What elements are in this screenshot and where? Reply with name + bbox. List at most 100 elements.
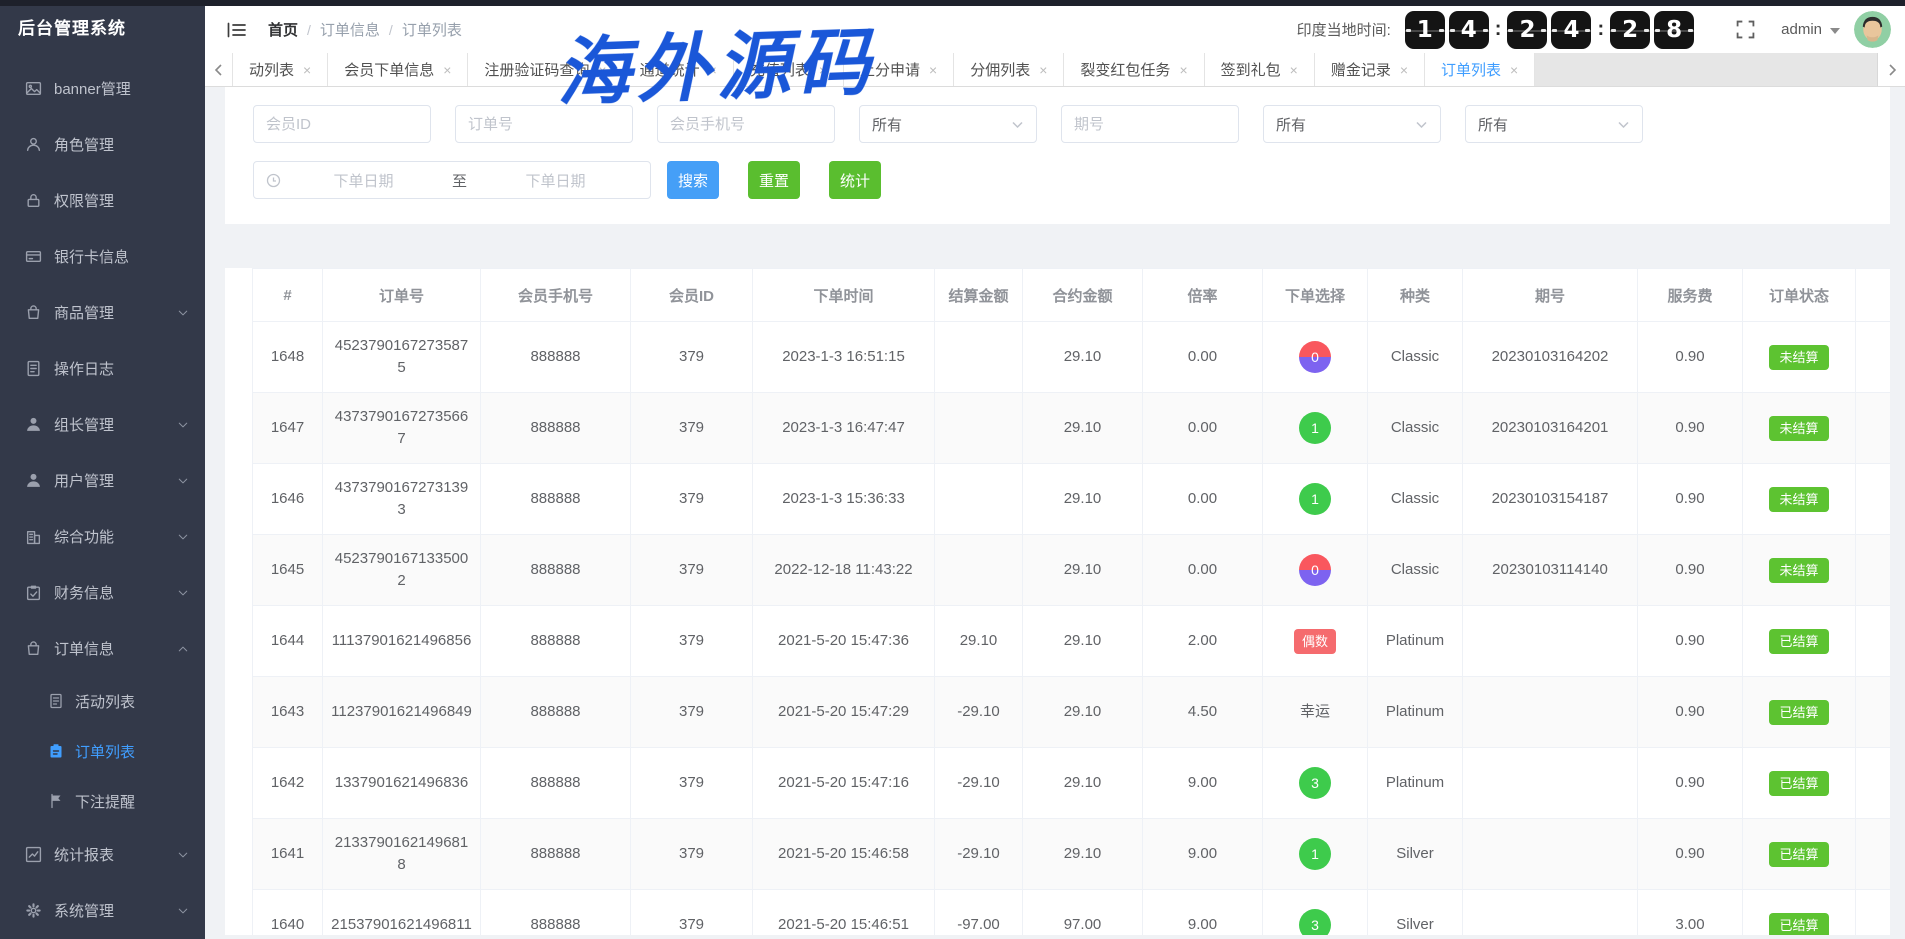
cell-order-choice: 0 (1263, 535, 1368, 606)
tabs-scroll-right-icon[interactable] (1877, 53, 1905, 86)
orders-table: #订单号会员手机号会员ID下单时间结算金额合约金额倍率下单选择种类期号服务费订单… (252, 268, 1890, 935)
sidebar-item-statistics-report[interactable]: 统计报表 (0, 826, 205, 882)
sidebar-item-general-functions[interactable]: 综合功能 (0, 508, 205, 564)
tab-close-icon[interactable]: × (598, 62, 606, 78)
tab-close-icon[interactable]: × (1039, 62, 1047, 78)
cell-order-choice: 幸运 (1263, 677, 1368, 748)
search-button[interactable]: 搜索 (667, 161, 719, 199)
tab-recharge-list[interactable]: 充值列表× (734, 53, 844, 86)
clock-digit-tile: 2 (1610, 11, 1650, 49)
member-phone-input[interactable] (657, 105, 835, 143)
sidebar-item-product-management[interactable]: 商品管理 (0, 284, 205, 340)
cell-empty (1856, 393, 1891, 464)
column-header: 倍率 (1143, 269, 1263, 322)
order-no-input[interactable] (455, 105, 633, 143)
tab-close-icon[interactable]: × (443, 62, 451, 78)
filter-select-3[interactable]: 所有 (1465, 105, 1643, 143)
breadcrumb-item[interactable]: 订单列表 (402, 22, 462, 39)
tab-label: 裂变红包任务 (1080, 59, 1170, 80)
date-separator: 至 (446, 170, 473, 191)
cell-order-status: 未结算 (1743, 535, 1856, 606)
cell-service-fee: 3.00 (1638, 890, 1743, 936)
person-icon (25, 472, 42, 489)
filter-select-1[interactable]: 所有 (859, 105, 1037, 143)
tab-signin-gift[interactable]: 签到礼包× (1205, 53, 1315, 86)
chart-icon (25, 846, 42, 863)
tab-close-icon[interactable]: × (1400, 62, 1408, 78)
sidebar-item-finance-info[interactable]: 财务信息 (0, 564, 205, 620)
sidebar-item-permission-management[interactable]: 权限管理 (0, 172, 205, 228)
user-dropdown-caret-icon[interactable] (1830, 28, 1840, 34)
cell-period: 20230103154187 (1463, 464, 1638, 535)
sidebar-item-system-management[interactable]: 系统管理 (0, 882, 205, 938)
cell-order-no: 45237901671335002 (323, 535, 481, 606)
sidebar-item-user-management[interactable]: 用户管理 (0, 452, 205, 508)
tab-score-request[interactable]: 上分申请× (844, 53, 954, 86)
tab-close-icon[interactable]: × (709, 62, 717, 78)
cell-contract-amount: 29.10 (1023, 322, 1143, 393)
tab-order-list[interactable]: 订单列表× (1425, 53, 1535, 86)
tab-close-icon[interactable]: × (1510, 62, 1518, 78)
cell-order-time: 2023-1-3 16:51:15 (753, 322, 935, 393)
sidebar-item-label: 银行卡信息 (54, 246, 129, 267)
cell-empty (1856, 748, 1891, 819)
sidebar-item-bet-reminder[interactable]: 下注提醒 (0, 776, 205, 826)
stats-button[interactable]: 统计 (829, 161, 881, 199)
sidebar-collapse-icon[interactable] (227, 22, 246, 38)
user-avatar[interactable] (1854, 11, 1891, 48)
sidebar-item-order-list[interactable]: 订单列表 (0, 726, 205, 776)
fullscreen-icon[interactable] (1736, 20, 1755, 39)
sidebar-item-operation-log[interactable]: 操作日志 (0, 340, 205, 396)
tabs-scroll-left-icon[interactable] (205, 53, 233, 86)
tab-label: 会员下单信息 (344, 59, 434, 80)
tab-commission-list[interactable]: 分佣列表× (954, 53, 1064, 86)
sidebar-item-activity-list[interactable]: 活动列表 (0, 676, 205, 726)
breadcrumb: 首页/订单信息/订单列表 (268, 19, 462, 40)
tab-channel-stats[interactable]: 通道统计× (624, 53, 734, 86)
sidebar-item-banner-management[interactable]: banner管理 (0, 60, 205, 116)
tab-bonus-record[interactable]: 赠金记录× (1315, 53, 1425, 86)
sidebar-item-bank-card-info[interactable]: 银行卡信息 (0, 228, 205, 284)
status-badge: 已结算 (1769, 629, 1828, 654)
cell-order-time: 2023-1-3 16:47:47 (753, 393, 935, 464)
tab-register-code-query[interactable]: 注册验证码查询× (468, 53, 623, 86)
filter-select-2[interactable]: 所有 (1263, 105, 1441, 143)
admin-username[interactable]: admin (1781, 21, 1822, 38)
cell-member-id: 379 (631, 606, 753, 677)
cell-order-time: 2021-5-20 15:46:51 (753, 890, 935, 936)
table-row: 1646 43737901672731393 888888 379 2023-1… (253, 464, 1891, 535)
cell-period (1463, 819, 1638, 890)
cell-settle-amount: -29.10 (935, 748, 1023, 819)
gear-icon (25, 902, 42, 919)
tab-member-order-info[interactable]: 会员下单信息 × (328, 53, 468, 86)
sidebar-item-role-management[interactable]: 角色管理 (0, 116, 205, 172)
cell-order-no: 43737901672735667 (323, 393, 481, 464)
sidebar-item-leader-management[interactable]: 组长管理 (0, 396, 205, 452)
tab-activity-list[interactable]: 动列表× (233, 53, 328, 86)
reset-button[interactable]: 重置 (748, 161, 800, 199)
orders-table-panel: #订单号会员手机号会员ID下单时间结算金额合约金额倍率下单选择种类期号服务费订单… (225, 268, 1890, 935)
tab-close-icon[interactable]: × (303, 62, 311, 78)
cell-service-fee: 0.90 (1638, 464, 1743, 535)
breadcrumb-item[interactable]: 订单信息 (320, 22, 380, 39)
tab-close-icon[interactable]: × (929, 62, 937, 78)
tab-red-packet-task[interactable]: 裂变红包任务 × (1064, 53, 1204, 86)
tab-close-icon[interactable]: × (1179, 62, 1187, 78)
tab-close-icon[interactable]: × (1290, 62, 1298, 78)
status-badge: 未结算 (1769, 345, 1828, 370)
period-input[interactable] (1061, 105, 1239, 143)
status-badge: 已结算 (1769, 771, 1828, 796)
local-time-label: 印度当地时间: (1297, 19, 1391, 40)
order-date-range-picker[interactable]: 下单日期 至 下单日期 (253, 161, 651, 199)
column-header: 会员ID (631, 269, 753, 322)
sidebar-item-order-info[interactable]: 订单信息 (0, 620, 205, 676)
status-badge: 未结算 (1769, 416, 1828, 441)
cell-order-time: 2021-5-20 15:47:29 (753, 677, 935, 748)
cell-index: 1648 (253, 322, 323, 393)
tab-close-icon[interactable]: × (819, 62, 827, 78)
member-id-input[interactable] (253, 105, 431, 143)
chevron-down-icon (177, 306, 189, 318)
breadcrumb-item[interactable]: 首页 (268, 22, 298, 39)
cell-rate: 0.00 (1143, 322, 1263, 393)
tabs-holder: 动列表×会员下单信息×注册验证码查询×通道统计×充值列表×上分申请×分佣列表×裂… (233, 53, 1535, 86)
